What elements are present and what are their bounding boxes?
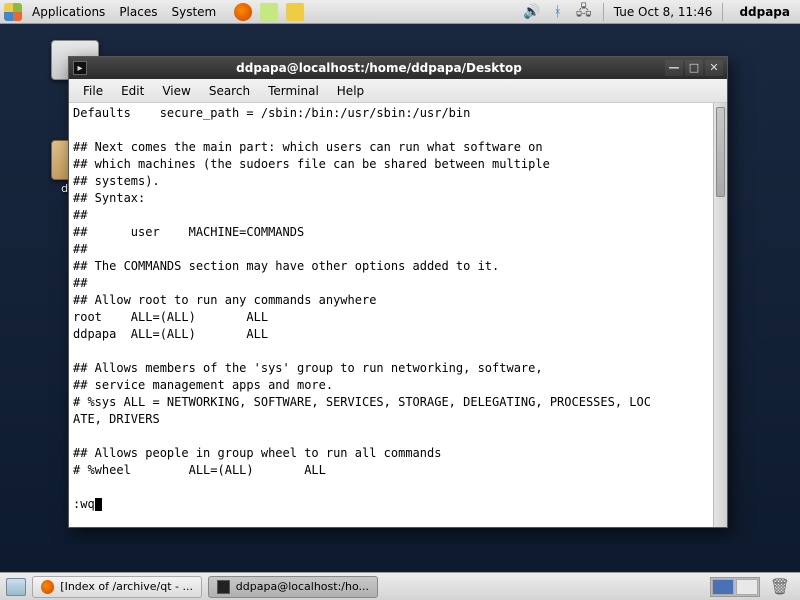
user-menu[interactable]: ddpapa (733, 5, 796, 19)
workspace-2[interactable] (736, 579, 758, 595)
distro-icon[interactable] (4, 3, 22, 21)
terminal-icon (217, 580, 230, 594)
menu-file[interactable]: File (75, 82, 111, 100)
menu-help[interactable]: Help (329, 82, 372, 100)
taskbar-item-label: [Index of /archive/qt - ... (60, 580, 193, 593)
menu-places[interactable]: Places (113, 3, 163, 21)
clock[interactable]: Tue Oct 8, 11:46 (614, 5, 713, 19)
close-button[interactable]: ✕ (705, 60, 723, 76)
window-title: ddpapa@localhost:/home/ddpapa/Desktop (95, 61, 663, 75)
menu-search[interactable]: Search (201, 82, 258, 100)
terminal-window: ▸ ddpapa@localhost:/home/ddpapa/Desktop … (68, 56, 728, 528)
separator (722, 3, 723, 21)
terminal-content[interactable]: Defaults secure_path = /sbin:/bin:/usr/s… (69, 103, 713, 527)
menu-view[interactable]: View (154, 82, 198, 100)
firefox-launcher-icon[interactable] (234, 3, 252, 21)
show-desktop-button[interactable] (6, 578, 26, 596)
top-panel: Applications Places System 🔊 ᚼ 🖧 Tue Oct… (0, 0, 800, 24)
menu-system[interactable]: System (165, 3, 222, 21)
taskbar-item-terminal[interactable]: ddpapa@localhost:/ho... (208, 576, 378, 598)
trash-icon[interactable]: 🗑 (766, 577, 794, 596)
menu-applications[interactable]: Applications (26, 3, 111, 21)
scrollbar[interactable] (713, 103, 727, 527)
workspace-1[interactable] (712, 579, 734, 595)
network-icon[interactable]: 🖧 (575, 3, 593, 21)
maximize-button[interactable]: □ (685, 60, 703, 76)
separator (603, 3, 604, 21)
bluetooth-icon[interactable]: ᚼ (549, 3, 567, 21)
taskbar-item-label: ddpapa@localhost:/ho... (236, 580, 369, 593)
menu-edit[interactable]: Edit (113, 82, 152, 100)
sticky-notes-launcher-icon[interactable] (286, 3, 304, 21)
notes-launcher-icon[interactable] (260, 3, 278, 21)
taskbar-item-firefox[interactable]: [Index of /archive/qt - ... (32, 576, 202, 598)
terminal-menubar: File Edit View Search Terminal Help (69, 79, 727, 103)
scrollbar-thumb[interactable] (716, 107, 725, 197)
firefox-icon (41, 580, 54, 594)
volume-icon[interactable]: 🔊 (523, 3, 541, 21)
menu-terminal[interactable]: Terminal (260, 82, 327, 100)
bottom-panel: [Index of /archive/qt - ... ddpapa@local… (0, 572, 800, 600)
terminal-icon: ▸ (73, 61, 87, 75)
workspace-switcher[interactable] (710, 577, 760, 597)
window-titlebar[interactable]: ▸ ddpapa@localhost:/home/ddpapa/Desktop … (69, 57, 727, 79)
minimize-button[interactable]: — (665, 60, 683, 76)
